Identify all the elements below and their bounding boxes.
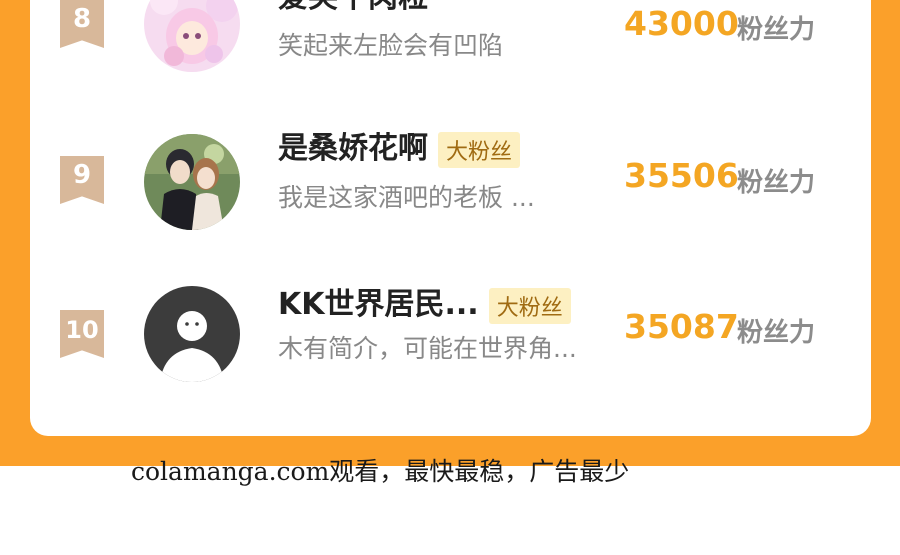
leaderboard-card: 8 爱笑牛肉粒 笑起来左脸会有凹陷 43000 粉丝力 9 [30,0,871,436]
fan-level-badge: 大粉丝 [488,287,571,324]
user-name[interactable]: 是桑娇花啊 大粉丝 [278,123,521,168]
user-name-text[interactable]: 是桑娇花啊 [278,131,428,166]
fan-score-value: 35506 [624,156,739,195]
leaderboard-row[interactable]: 10 KK世界居民... 大粉丝 木有简介，可能在世界角... 35087 粉丝力 [30,284,871,394]
leaderboard-row[interactable]: 8 爱笑牛肉粒 笑起来左脸会有凹陷 43000 粉丝力 [30,0,871,90]
user-name[interactable]: 爱笑牛肉粒 [278,0,428,16]
anime-girl-avatar-icon [144,0,240,72]
watermark-footer: colamanga.com观看，最快最稳，广告最少 [131,457,630,486]
fan-score-unit: 粉丝力 [737,318,816,348]
rank-badge: 10 [60,310,104,358]
couple-avatar-icon [144,134,240,230]
avatar[interactable] [144,0,240,72]
fan-score-value: 43000 [624,4,739,43]
leaderboard-row[interactable]: 9 是桑娇花啊 大粉丝 我是这家酒吧的老板 ... 35506 粉丝力 [30,130,871,240]
fan-score-unit: 粉丝力 [737,168,816,198]
avatar[interactable] [144,134,240,230]
fan-score-value: 35087 [624,307,739,346]
fan-score-unit: 粉丝力 [737,15,816,45]
avatar[interactable] [144,286,240,382]
user-bio: 我是这家酒吧的老板 ... [278,183,535,212]
fan-level-badge: 大粉丝 [438,131,521,168]
user-bio: 笑起来左脸会有凹陷 [278,31,504,60]
rank-badge: 9 [60,156,104,204]
user-name-text[interactable]: KK世界居民... [278,287,479,322]
rank-badge: 8 [60,0,104,48]
user-name[interactable]: KK世界居民... 大粉丝 [278,279,571,324]
user-bio: 木有简介，可能在世界角... [278,334,577,363]
default-user-avatar-icon [144,286,240,382]
